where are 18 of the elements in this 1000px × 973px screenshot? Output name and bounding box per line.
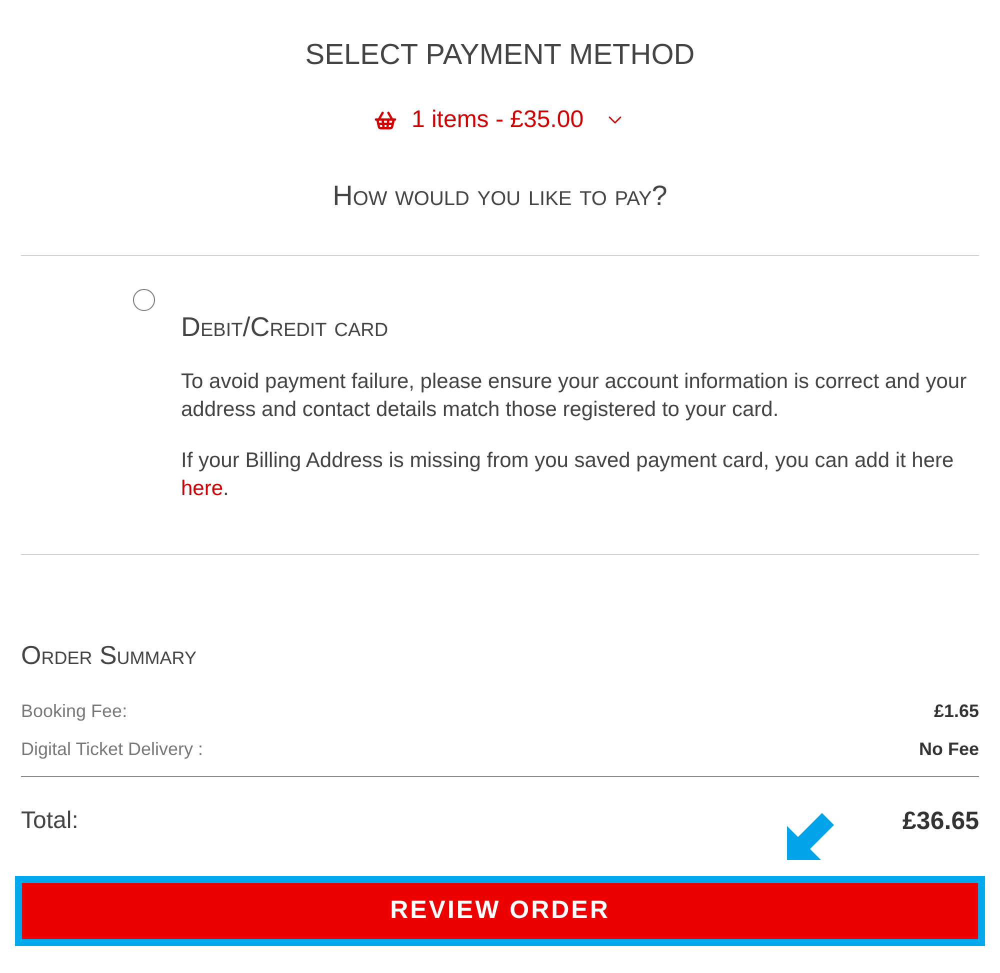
payment-note: If your Billing Address is missing from you saved payment card, you can add it here here. [181, 448, 955, 502]
summary-label: Digital Ticket Delivery : [21, 738, 204, 761]
total-label: Total: [21, 806, 78, 836]
basket-summary-toggle[interactable]: 1 items - £35.00 [374, 105, 626, 135]
payment-note: To avoid payment failure, please ensure your account information is correct and your address and contact details match those registered to your card. [181, 369, 968, 423]
summary-value: £1.65 [934, 700, 979, 723]
here-link[interactable]: here [181, 477, 224, 500]
summary-label: Booking Fee: [21, 700, 128, 723]
payment-method-label: Debit/Credit card [181, 311, 390, 344]
page-title: SELECT PAYMENT METHOD [305, 38, 695, 73]
summary-value: No Fee [918, 738, 979, 761]
total-value: £36.65 [902, 806, 979, 837]
payment-radio[interactable] [133, 289, 155, 311]
review-order-button[interactable]: REVIEW ORDER [22, 883, 978, 939]
payment-question: How would you like to pay? [332, 179, 668, 213]
order-summary-title: Order Summary [21, 639, 198, 671]
pointer-arrow-icon [787, 813, 834, 860]
basket-icon [374, 108, 398, 132]
